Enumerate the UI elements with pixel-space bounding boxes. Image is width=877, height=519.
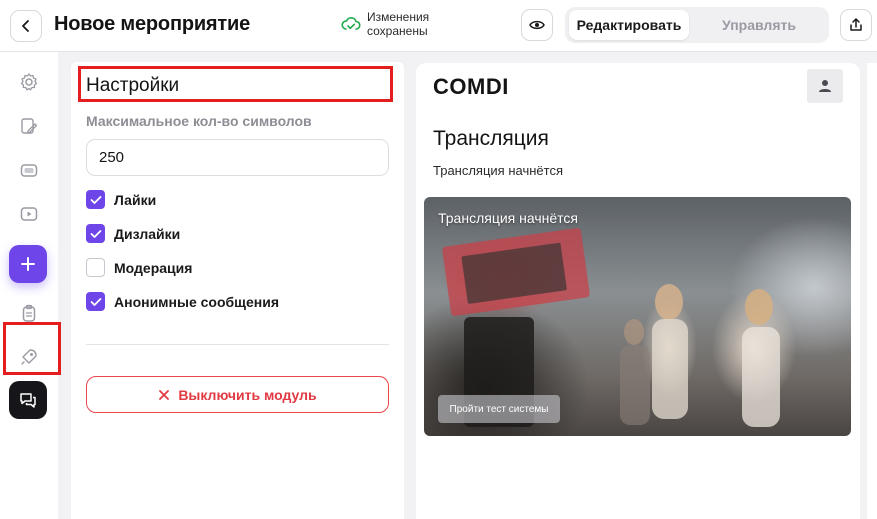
tab-manage[interactable]: Управлять: [693, 10, 825, 40]
edit-icon: [21, 118, 38, 134]
preview-button[interactable]: [521, 9, 553, 41]
max-chars-label: Максимальное кол-во символов: [86, 113, 312, 129]
user-avatar-button[interactable]: [807, 69, 843, 103]
chevron-left-icon: [22, 20, 29, 32]
settings-module-button[interactable]: [17, 70, 41, 94]
chat-icon: [20, 393, 36, 408]
max-chars-input[interactable]: [86, 139, 389, 176]
video-module-button[interactable]: [17, 202, 41, 226]
moderation-label: Модерация: [114, 259, 193, 276]
screen-icon: [20, 164, 38, 177]
eye-icon: [529, 20, 545, 30]
anonymous-label: Анонимные сообщения: [114, 293, 279, 310]
back-button[interactable]: [10, 10, 42, 42]
page-title: Новое мероприятие: [54, 13, 251, 35]
check-icon: [90, 195, 101, 204]
tab-edit[interactable]: Редактировать: [569, 10, 689, 40]
top-bar: Новое мероприятие Изменения сохранены Ре…: [0, 0, 877, 52]
dislikes-checkbox[interactable]: [86, 224, 105, 243]
disable-module-label: Выключить модуль: [178, 386, 317, 403]
video-caption: Трансляция начнётся: [438, 210, 578, 226]
share-button[interactable]: [840, 9, 872, 41]
option-dislikes[interactable]: Дизлайки: [86, 224, 180, 243]
video-player[interactable]: Трансляция начнётся Пройти тест системы: [424, 197, 851, 436]
settings-panel: Настройки Максимальное кол-во символов Л…: [71, 62, 404, 519]
option-anonymous[interactable]: Анонимные сообщения: [86, 292, 279, 311]
chat-module-button[interactable]: [9, 381, 47, 419]
close-icon: [159, 389, 170, 400]
play-icon: [20, 207, 38, 221]
upload-icon: [850, 18, 862, 31]
mode-switcher: Редактировать Управлять: [565, 7, 829, 43]
highlight-box-settings-title: [78, 66, 393, 102]
user-icon: [819, 80, 831, 92]
anonymous-checkbox[interactable]: [86, 292, 105, 311]
save-status: Изменения сохранены: [341, 10, 429, 38]
cloud-check-icon: [341, 17, 361, 30]
likes-checkbox[interactable]: [86, 190, 105, 209]
preview-panel: COMDI Трансляция Трансляция начнётся Тра…: [416, 63, 860, 519]
save-status-line-1: Изменения: [367, 10, 430, 24]
moderation-checkbox[interactable]: [86, 258, 105, 277]
stream-subtitle: Трансляция начнётся: [433, 163, 563, 178]
save-status-line-2: сохранены: [367, 24, 428, 38]
plus-icon: [21, 257, 35, 271]
check-icon: [90, 229, 101, 238]
check-icon: [90, 297, 101, 306]
highlight-box-chat-module: [3, 322, 61, 375]
divider: [86, 344, 389, 345]
stream-title: Трансляция: [433, 127, 549, 150]
option-moderation[interactable]: Модерация: [86, 258, 192, 277]
dislikes-label: Дизлайки: [114, 225, 181, 242]
module-rail: [0, 52, 58, 519]
likes-label: Лайки: [114, 191, 157, 208]
option-likes[interactable]: Лайки: [86, 190, 156, 209]
edit-module-button[interactable]: [17, 114, 41, 138]
preview-edge: [867, 63, 877, 519]
brand-logo: COMDI: [433, 74, 509, 99]
screen-module-button[interactable]: [17, 158, 41, 182]
system-test-button[interactable]: Пройти тест системы: [438, 395, 560, 423]
gear-icon: [20, 73, 38, 91]
add-module-button[interactable]: [9, 245, 47, 283]
disable-module-button[interactable]: Выключить модуль: [86, 376, 389, 413]
clipboard-icon: [22, 304, 36, 322]
